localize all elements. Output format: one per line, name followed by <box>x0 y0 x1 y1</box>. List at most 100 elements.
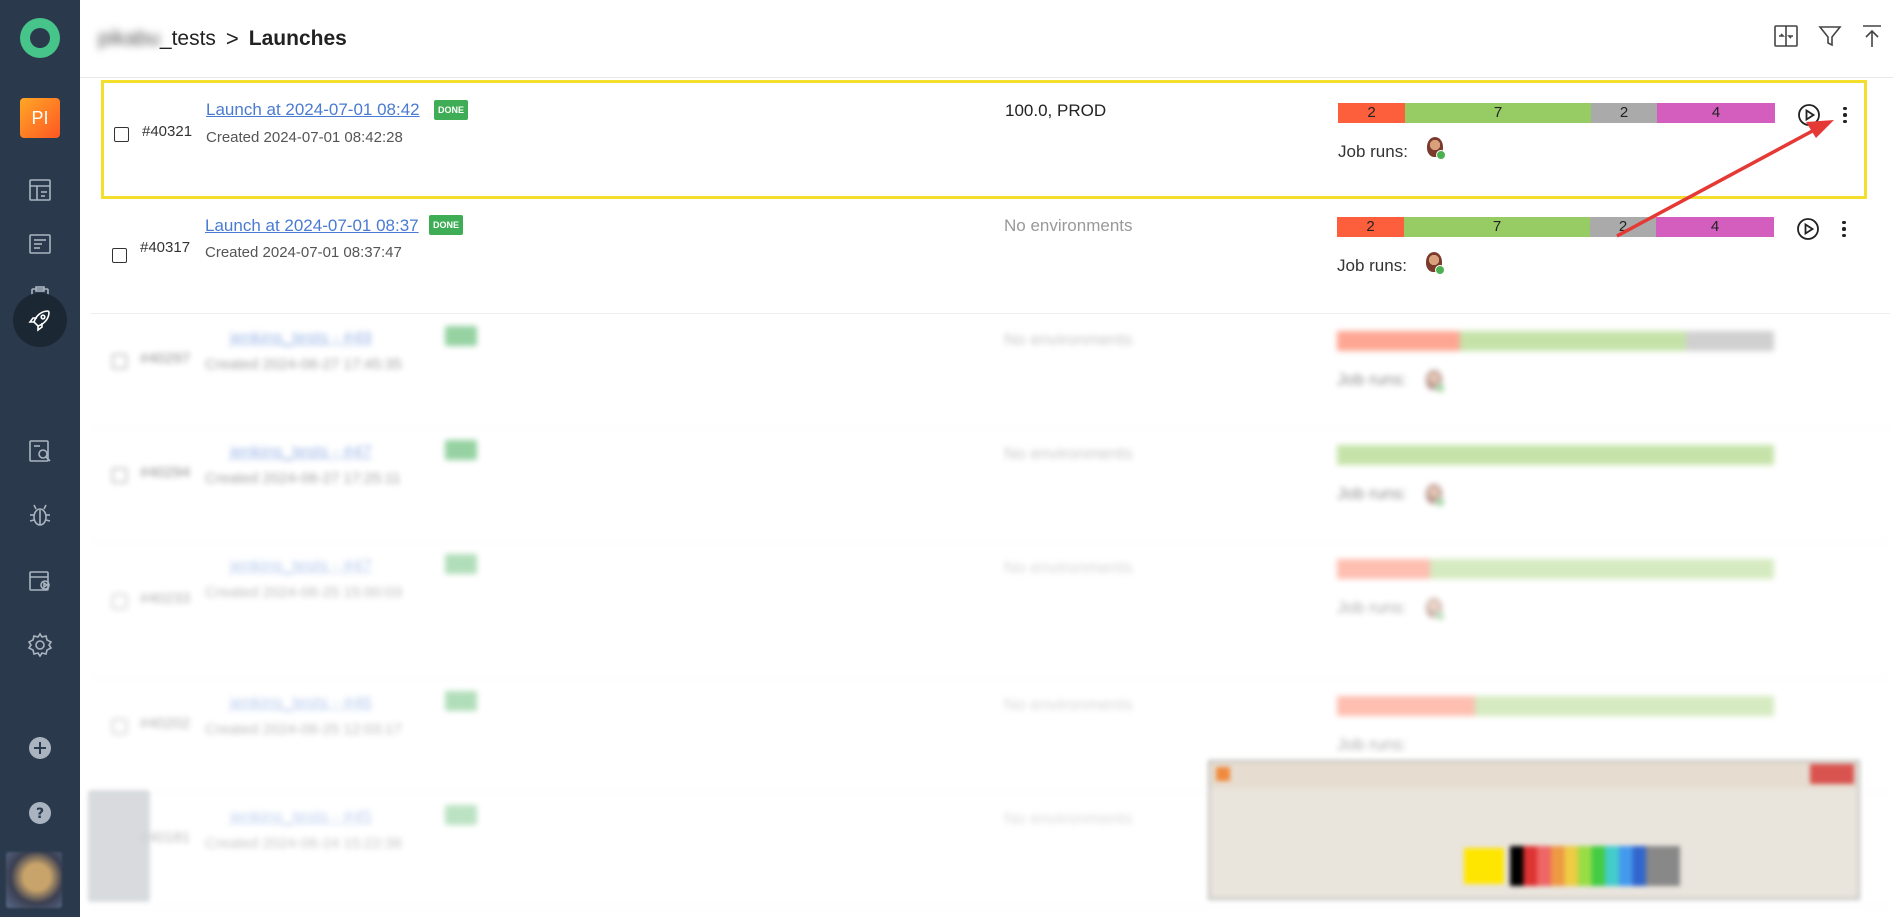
sidebar-item-add[interactable] <box>13 721 67 775</box>
stat-failed[interactable]: 2 <box>1337 217 1404 237</box>
launch-id: #40321 <box>142 123 193 140</box>
job-runs-label: Job runs: <box>1337 598 1407 617</box>
user-avatar[interactable] <box>6 852 62 908</box>
status-dot-icon <box>1435 265 1445 275</box>
more-menu-button[interactable] <box>1834 217 1854 241</box>
sidebar-item-analytics[interactable] <box>13 424 67 478</box>
stat-passed[interactable]: 7 <box>1404 217 1590 237</box>
launch-row-blurred[interactable]: #40297 jenkins_tests - #49 Created 2024-… <box>90 314 1890 428</box>
screenshot-tool-panel[interactable] <box>1208 760 1860 900</box>
launch-name-link[interactable]: Launch at 2024-07-01 08:42 <box>206 100 420 120</box>
row-checkbox[interactable] <box>112 719 127 734</box>
job-runs-label: Job runs: <box>1337 370 1407 389</box>
launch-environment: No environments <box>1004 558 1133 577</box>
color-palette[interactable] <box>1510 846 1680 886</box>
launch-row[interactable]: #40317 Launch at 2024-07-01 08:37 DONE C… <box>90 200 1890 314</box>
row-checkbox[interactable] <box>112 594 127 609</box>
sidebar-item-defects[interactable] <box>13 488 67 542</box>
sidebar-item-jobs[interactable] <box>13 553 67 607</box>
rocket-icon <box>28 310 50 332</box>
rerun-button[interactable] <box>1797 103 1821 127</box>
launch-name-link[interactable]: jenkins_tests - #49 <box>230 328 372 348</box>
job-runs-label: Job runs: <box>1337 256 1407 275</box>
sidebar-item-launches-list[interactable] <box>13 217 67 271</box>
close-button[interactable] <box>1810 764 1854 784</box>
launch-row-blurred[interactable]: #40233 jenkins_tests - #47 Created 2024-… <box>90 542 1890 678</box>
bug-icon <box>29 504 51 526</box>
stats-bar[interactable]: 2 7 2 4 <box>1337 217 1774 237</box>
sidebar: PI ? <box>0 0 80 917</box>
status-badge <box>445 691 477 711</box>
sidebar-item-launches[interactable] <box>13 293 67 347</box>
stats-bar[interactable] <box>1337 559 1774 579</box>
job-run-avatar[interactable] <box>1426 370 1446 393</box>
status-badge <box>445 440 477 460</box>
launch-row[interactable]: #40321 Launch at 2024-07-01 08:42 DONE C… <box>101 80 1867 199</box>
launch-name-link[interactable]: Launch at 2024-07-01 08:37 <box>205 216 419 236</box>
window-thumbnail <box>88 790 150 902</box>
play-circle-icon <box>1797 218 1819 240</box>
breadcrumb-project-suffix: _tests <box>159 27 216 50</box>
stats-bar[interactable] <box>1337 696 1774 716</box>
stat-passed[interactable]: 7 <box>1405 103 1591 123</box>
stats-bar[interactable] <box>1337 331 1774 351</box>
job-run-avatar[interactable] <box>1427 137 1447 160</box>
stat-defects[interactable]: 4 <box>1656 217 1774 237</box>
stat-skipped[interactable]: 2 <box>1590 217 1656 237</box>
stats-bar[interactable] <box>1337 445 1774 465</box>
more-menu-button[interactable] <box>1835 103 1855 127</box>
launch-id: #40317 <box>140 239 191 256</box>
status-badge <box>445 805 477 825</box>
job-run-avatar[interactable] <box>1426 484 1446 507</box>
launch-name-link[interactable]: jenkins_tests - #47 <box>230 556 372 576</box>
stat-defects[interactable]: 4 <box>1657 103 1775 123</box>
launch-id: #40233 <box>140 590 191 607</box>
list-icon <box>29 234 51 254</box>
job-runs-label: Job runs: <box>1337 735 1407 754</box>
stats-bar[interactable]: 2 7 2 4 <box>1338 103 1775 123</box>
sidebar-item-dashboards[interactable] <box>13 163 67 217</box>
app-logo-icon[interactable] <box>20 18 60 58</box>
launch-environment: 100.0, PROD <box>1005 101 1107 120</box>
scroll-top-button[interactable] <box>1856 20 1888 52</box>
row-checkbox[interactable] <box>112 468 127 483</box>
job-icon <box>29 571 50 591</box>
job-run-avatar[interactable] <box>1426 252 1446 275</box>
svg-text:?: ? <box>36 806 44 822</box>
screenshot-tool-titlebar <box>1210 762 1858 788</box>
job-runs-label: Job runs: <box>1337 484 1407 503</box>
row-checkbox[interactable] <box>112 248 127 263</box>
filter-button[interactable] <box>1814 20 1846 52</box>
color-swatch[interactable] <box>1464 848 1504 884</box>
launch-environment: No environments <box>1004 809 1133 828</box>
stat-skipped[interactable]: 2 <box>1591 103 1657 123</box>
sidebar-item-settings[interactable] <box>13 618 67 672</box>
status-badge: DONE <box>434 100 469 120</box>
breadcrumb-project[interactable]: pikabu_tests <box>98 27 216 51</box>
row-checkbox[interactable] <box>114 127 129 142</box>
launch-created: Created 2024-06-24 15:22:38 <box>205 835 402 852</box>
status-badge <box>445 326 477 346</box>
launch-environment: No environments <box>1004 330 1133 349</box>
compare-button[interactable] <box>1770 20 1802 52</box>
launch-id: #40294 <box>140 464 191 481</box>
app-icon <box>1216 767 1230 781</box>
launch-name-link[interactable]: jenkins_tests - #45 <box>230 807 372 827</box>
status-badge: DONE <box>429 215 464 235</box>
page-title: Launches <box>248 27 347 50</box>
stat-failed[interactable]: 2 <box>1338 103 1405 123</box>
launch-row-blurred[interactable]: #40294 jenkins_tests - #47 Created 2024-… <box>90 428 1890 542</box>
launch-created: Created 2024-06-25 12:03:17 <box>205 721 402 738</box>
project-selector[interactable]: PI <box>20 98 60 138</box>
launch-id: #40202 <box>140 715 191 732</box>
row-checkbox[interactable] <box>112 354 127 369</box>
search-report-icon <box>29 440 51 462</box>
launch-id: #40297 <box>140 350 191 367</box>
sidebar-item-help[interactable]: ? <box>13 786 67 840</box>
launch-name-link[interactable]: jenkins_tests - #46 <box>230 693 372 713</box>
rerun-button[interactable] <box>1796 217 1820 241</box>
chevron-right-icon: > <box>225 26 239 51</box>
job-run-avatar[interactable] <box>1426 598 1446 621</box>
breadcrumb-project-blurred: pikabu <box>98 27 160 50</box>
launch-name-link[interactable]: jenkins_tests - #47 <box>230 442 372 462</box>
